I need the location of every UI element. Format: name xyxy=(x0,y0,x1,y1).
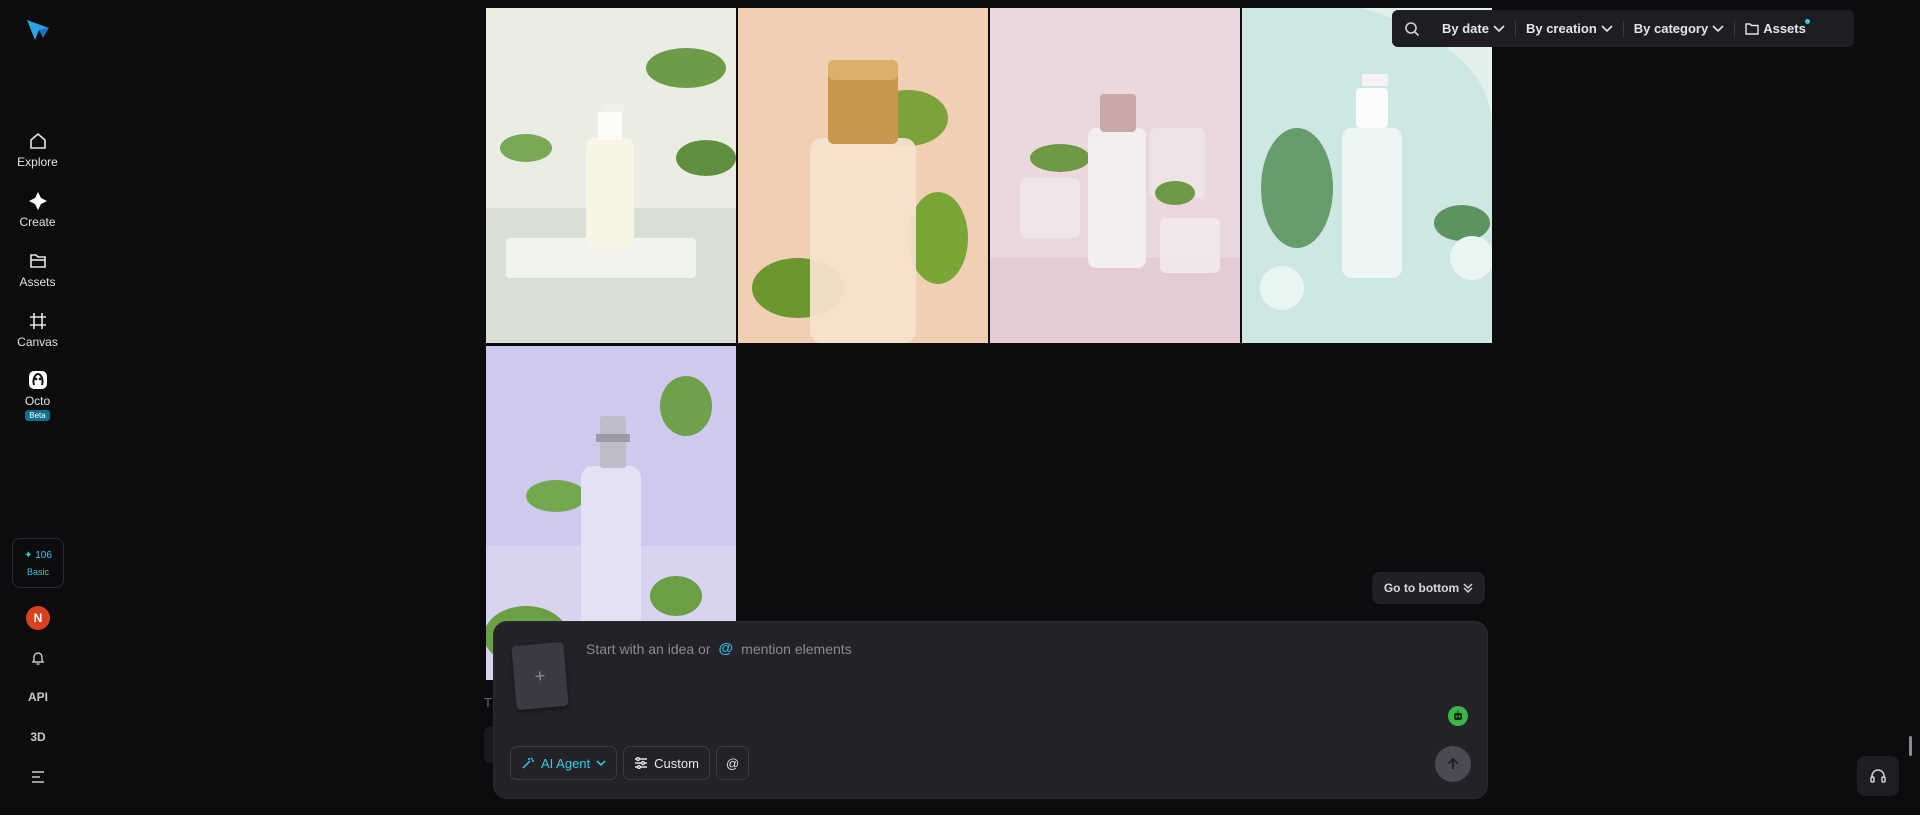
send-button[interactable] xyxy=(1435,746,1471,782)
sidebar-item-create[interactable]: Create xyxy=(6,180,70,240)
sidebar-item-explore[interactable]: Explore xyxy=(6,120,70,180)
chevron-down-icon xyxy=(596,759,606,766)
gallery-image[interactable] xyxy=(990,8,1240,343)
sidebar-item-octo[interactable]: Octo Beta xyxy=(6,360,70,430)
prompt-composer: + Start with an idea or @ mention elemen… xyxy=(493,621,1488,799)
custom-settings-button[interactable]: Custom xyxy=(623,746,710,780)
sidebar-nav: Explore Create Assets Canvas Octo Beta xyxy=(6,120,70,430)
by-date-label: By date xyxy=(1442,21,1489,36)
canvas-icon xyxy=(29,313,46,329)
credits-badge[interactable]: ✦ 106 Basic xyxy=(12,538,64,588)
3d-link[interactable]: 3D xyxy=(25,726,51,748)
ai-agent-label: AI Agent xyxy=(541,755,591,771)
go-to-bottom-button[interactable]: Go to bottom xyxy=(1372,572,1485,604)
custom-label: Custom xyxy=(654,755,699,771)
by-creation-dropdown[interactable]: By creation xyxy=(1516,10,1623,47)
chevron-down-icon xyxy=(1493,24,1505,32)
gallery-image[interactable] xyxy=(1242,8,1492,343)
double-chevron-down-icon xyxy=(1463,583,1473,593)
folder-icon xyxy=(1745,22,1759,35)
plus-icon: + xyxy=(533,665,547,686)
beta-badge: Beta xyxy=(25,409,50,421)
mention-button[interactable]: @ xyxy=(715,746,750,780)
support-button[interactable] xyxy=(1857,756,1899,796)
gallery-image[interactable] xyxy=(738,8,988,343)
at-symbol: @ xyxy=(718,640,734,657)
scrollbar[interactable] xyxy=(1909,736,1912,756)
assets-button[interactable]: Assets xyxy=(1735,10,1816,47)
sidebar-item-assets[interactable]: Assets xyxy=(6,240,70,300)
credits-value: ✦ 106 xyxy=(24,549,52,561)
plan-label: Basic xyxy=(26,566,49,577)
sidebar-item-label: Assets xyxy=(19,275,56,289)
folder-icon xyxy=(29,254,46,268)
sidebar-item-label: Explore xyxy=(17,155,58,169)
magic-wand-icon xyxy=(522,757,534,769)
upload-reference-button[interactable]: + xyxy=(511,641,569,711)
filter-bar: By date By creation By category Assets xyxy=(1392,10,1854,47)
arrow-up-icon xyxy=(1447,757,1459,769)
home-icon xyxy=(29,132,46,149)
prompt-input[interactable]: Start with an idea or @ mention elements xyxy=(586,640,852,657)
app-root: Explore Create Assets Canvas Octo Beta ✦… xyxy=(0,0,1920,815)
assets-label: Assets xyxy=(1763,21,1806,36)
by-creation-label: By creation xyxy=(1525,21,1597,36)
gallery-image[interactable] xyxy=(486,8,736,343)
placeholder-end: mention elements xyxy=(741,640,852,657)
bell-icon[interactable] xyxy=(25,647,51,669)
avatar[interactable]: N xyxy=(26,606,50,630)
search-icon[interactable] xyxy=(1392,10,1432,47)
partial-text: T xyxy=(484,695,492,710)
logo-icon[interactable] xyxy=(25,16,51,42)
sidebar-item-label: Canvas xyxy=(17,335,58,349)
robot-icon[interactable] xyxy=(1448,706,1468,726)
api-link[interactable]: API xyxy=(25,686,51,708)
composer-toolbar: AI Agent Custom @ xyxy=(510,746,750,780)
ai-agent-dropdown[interactable]: AI Agent xyxy=(510,746,618,780)
go-to-bottom-label: Go to bottom xyxy=(1383,581,1460,595)
sparkle-icon xyxy=(28,192,47,210)
menu-icon[interactable] xyxy=(25,766,51,788)
headset-icon xyxy=(1870,769,1886,783)
sidebar-item-canvas[interactable]: Canvas xyxy=(6,300,70,360)
by-category-dropdown[interactable]: By category xyxy=(1624,10,1734,47)
placeholder-start: Start with an idea or xyxy=(586,640,711,657)
at-icon: @ xyxy=(725,755,740,771)
sliders-icon xyxy=(635,757,648,769)
chevron-down-icon xyxy=(1712,24,1724,32)
sidebar-item-label: Octo xyxy=(24,393,51,408)
sidebar-item-label: Create xyxy=(19,215,56,229)
by-date-dropdown[interactable]: By date xyxy=(1432,10,1515,47)
chevron-down-icon xyxy=(1601,24,1613,32)
notification-dot xyxy=(1804,19,1810,24)
octo-icon xyxy=(28,370,47,389)
by-category-label: By category xyxy=(1633,21,1709,36)
sidebar: Explore Create Assets Canvas Octo Beta ✦… xyxy=(0,0,75,815)
